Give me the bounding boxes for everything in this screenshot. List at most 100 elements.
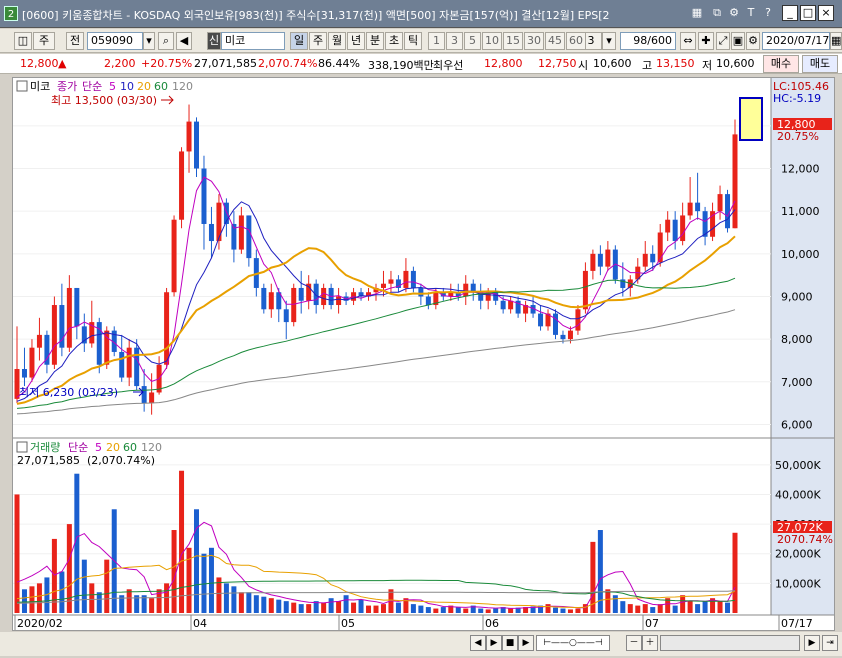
interval-button-1[interactable]: 1 — [428, 32, 445, 50]
candle-body — [238, 215, 244, 250]
candle-body — [171, 219, 177, 293]
current-price: 12,800 — [20, 57, 59, 70]
volume-bar — [343, 595, 349, 613]
current-pct-label: 20.75% — [777, 130, 819, 143]
code-dropdown-icon[interactable]: ▾ — [143, 32, 155, 50]
crosshair-icon[interactable]: ✚ — [698, 32, 714, 50]
interval-button-60[interactable]: 60 — [566, 32, 586, 50]
stock-name-field[interactable]: 미코 — [221, 32, 285, 50]
chart-area[interactable]: 13,00012,00011,00010,0009,0008,0007,0006… — [12, 77, 835, 631]
market-select[interactable]: 주 — [33, 32, 55, 50]
volume-bar — [81, 559, 87, 613]
volume-bar — [149, 598, 155, 613]
volume-axis-tick: 50,000K — [775, 459, 821, 472]
ma5-label: 5 — [109, 80, 116, 93]
pin-icon[interactable]: T — [744, 6, 758, 20]
candle-body — [717, 194, 723, 212]
period-button-2[interactable]: 월 — [328, 32, 346, 50]
volume-value-label: 27,071,585 — [17, 454, 80, 467]
candle-body — [119, 351, 125, 378]
candle-body — [642, 253, 648, 267]
link-icon[interactable]: ⧉ — [710, 6, 724, 20]
volume-bar — [680, 595, 686, 613]
period-button-3[interactable]: 년 — [347, 32, 365, 50]
high-note: 최고 13,500 (03/30) — [51, 94, 157, 107]
interval-button-3[interactable]: 3 — [446, 32, 463, 50]
expand-icon[interactable]: ⇔ — [680, 32, 696, 50]
prev-button[interactable]: 전 — [66, 32, 84, 50]
interval-dropdown-icon[interactable]: ▾ — [602, 32, 616, 50]
volume-bar — [575, 608, 581, 613]
candle-body — [36, 334, 42, 348]
zoom-in-icon[interactable]: ＋ — [642, 635, 658, 651]
candle-body — [246, 215, 252, 259]
volume-bar — [433, 608, 439, 613]
volume-bar — [238, 592, 244, 613]
candle-body — [538, 313, 544, 327]
volume-bar — [276, 599, 282, 613]
period-button-1[interactable]: 주 — [309, 32, 327, 50]
horizontal-scrollbar[interactable] — [660, 635, 800, 651]
period-button-4[interactable]: 분 — [366, 32, 384, 50]
window-title: [0600] 키움종합차트 - KOSDAQ 외국인보유[983(천)] 주식수… — [22, 9, 610, 22]
period-button-6[interactable]: 틱 — [404, 32, 422, 50]
volume-bar — [351, 602, 357, 613]
volume-axis-tick: 20,000K — [775, 548, 821, 561]
candle-body — [29, 347, 35, 378]
save-icon[interactable]: ▣ — [731, 32, 745, 50]
stop-icon[interactable]: ■ — [502, 635, 518, 651]
zoom-out-icon[interactable]: － — [626, 635, 642, 651]
scroll-end-icon[interactable]: ⇥ — [822, 635, 838, 651]
shrink-icon[interactable]: ⤢ — [716, 32, 730, 50]
x-axis-label: 07/17 — [781, 617, 813, 630]
interval-button-10[interactable]: 10 — [482, 32, 502, 50]
interval-button-30[interactable]: 30 — [524, 32, 544, 50]
sell-button[interactable]: 매도 — [802, 55, 838, 73]
help-icon[interactable]: ? — [761, 6, 775, 20]
layout-icon[interactable]: ◫ — [14, 32, 32, 50]
close-button[interactable]: × — [818, 5, 834, 21]
next-icon[interactable]: ▶ — [518, 635, 534, 651]
grid-icon[interactable]: ▦ — [690, 6, 704, 20]
volume-legend-ma-type: 단순 — [68, 441, 88, 454]
title-bar: 2 [0600] 키움종합차트 - KOSDAQ 외국인보유[983(천)] 주… — [0, 0, 842, 28]
candle-body — [560, 334, 566, 340]
code-input[interactable]: 059090 — [87, 32, 143, 50]
config-icon[interactable]: ⚙ — [746, 32, 760, 50]
hc-label: HC:-5.19 — [773, 92, 821, 105]
current-volume-pct: 2070.74% — [777, 533, 833, 546]
interval-button-15[interactable]: 15 — [503, 32, 523, 50]
play-icon[interactable]: ▶ — [486, 635, 502, 651]
candle-body — [463, 283, 469, 297]
scroll-right-icon[interactable]: ▶ — [804, 635, 820, 651]
volume-bar — [231, 586, 237, 613]
best-quote-label: 최우선 — [433, 59, 464, 72]
app-icon: 2 — [4, 6, 18, 21]
candle-body — [597, 253, 603, 267]
search-icon[interactable]: ⌕ — [158, 32, 174, 50]
volume-bar — [268, 598, 274, 613]
date-field[interactable]: 2020/07/17 — [762, 32, 830, 50]
interval-button-5[interactable]: 5 — [464, 32, 481, 50]
interval-button-45[interactable]: 45 — [545, 32, 565, 50]
period-button-5[interactable]: 초 — [385, 32, 403, 50]
settings-icon[interactable]: ⚙ — [727, 6, 741, 20]
candle-body — [582, 270, 588, 310]
date-picker-icon[interactable]: ▦ — [830, 32, 842, 50]
candle-body — [321, 287, 327, 306]
scroll-left-icon[interactable]: ◀ — [470, 635, 486, 651]
maximize-button[interactable]: □ — [800, 5, 816, 21]
speed-slider[interactable]: ⊢——○——⊣ — [536, 635, 610, 651]
volume-bar — [328, 598, 334, 613]
price-change: 2,200 — [104, 57, 136, 70]
volume-bar — [104, 559, 110, 613]
chart-svg[interactable]: 13,00012,00011,00010,0009,0008,0007,0006… — [13, 78, 834, 630]
period-button-0[interactable]: 일 — [290, 32, 308, 50]
count-field[interactable]: 98/600 — [620, 32, 676, 50]
minimize-button[interactable]: _ — [782, 5, 798, 21]
volume-bar — [380, 604, 386, 613]
volume-bar — [223, 583, 229, 613]
toolbar: ◫ 주 전 059090 ▾ ⌕ ◀ 신 미코 3 ▾ 98/600 ⇔ ✚ ⤢… — [0, 29, 842, 53]
speaker-icon[interactable]: ◀ — [176, 32, 192, 50]
buy-button[interactable]: 매수 — [763, 55, 799, 73]
